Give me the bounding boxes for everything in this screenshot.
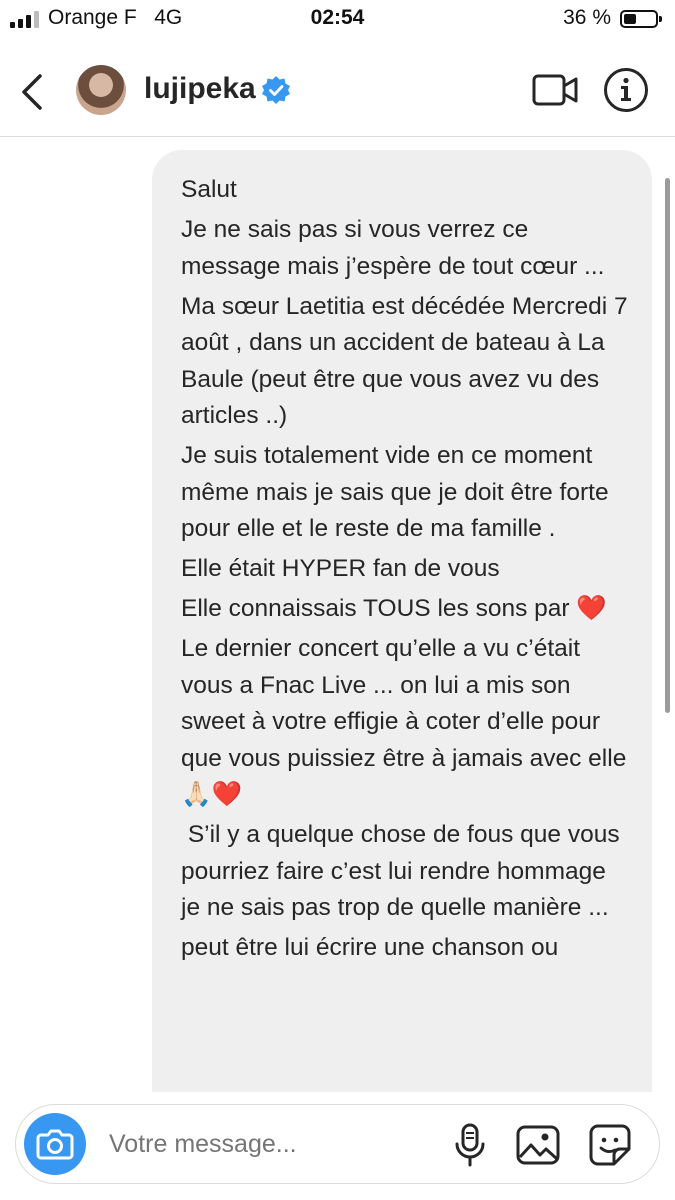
message-paragraph: peut être lui écrire une chanson ou [181,934,559,961]
battery-icon [620,10,662,28]
chat-username[interactable]: lujipeka [144,72,256,106]
gallery-icon[interactable] [516,1125,560,1165]
status-bar: Orange F 4G 02:54 36 % [0,0,675,40]
video-call-icon[interactable] [532,72,578,108]
info-icon[interactable] [603,67,649,113]
message-paragraph: Je ne sais pas si vous verrez ce message… [181,216,605,280]
camera-icon [36,1129,74,1160]
avatar[interactable] [76,65,126,115]
message-paragraph: Elle était HYPER fan de vous [181,555,500,582]
message-paragraph: Ma sœur Laetitia est décédée Mercredi 7 … [181,292,628,430]
message-paragraph: Le dernier concert qu’elle a vu c’était … [181,635,627,808]
message-paragraph: Elle connaissais TOUS les sons par ❤️ [181,595,607,622]
chat-header: lujipeka [0,48,675,137]
battery-percentage: 36 % [563,6,611,29]
message-bubble[interactable]: Salut Je ne sais pas si vous verrez ce m… [152,150,652,1150]
message-input[interactable] [109,1105,409,1183]
message-paragraph: Je suis totalement vide en ce moment mêm… [181,442,609,542]
microphone-icon[interactable] [452,1123,488,1167]
sticker-icon[interactable] [588,1123,632,1167]
scrollbar[interactable] [665,178,670,713]
back-icon[interactable] [16,70,50,114]
verified-badge-icon [262,76,290,104]
message-composer [15,1104,660,1184]
camera-button[interactable] [24,1113,86,1175]
message-paragraph: Salut [181,176,237,203]
message-paragraph: S’il y a quelque chose de fous que vous … [181,821,627,921]
